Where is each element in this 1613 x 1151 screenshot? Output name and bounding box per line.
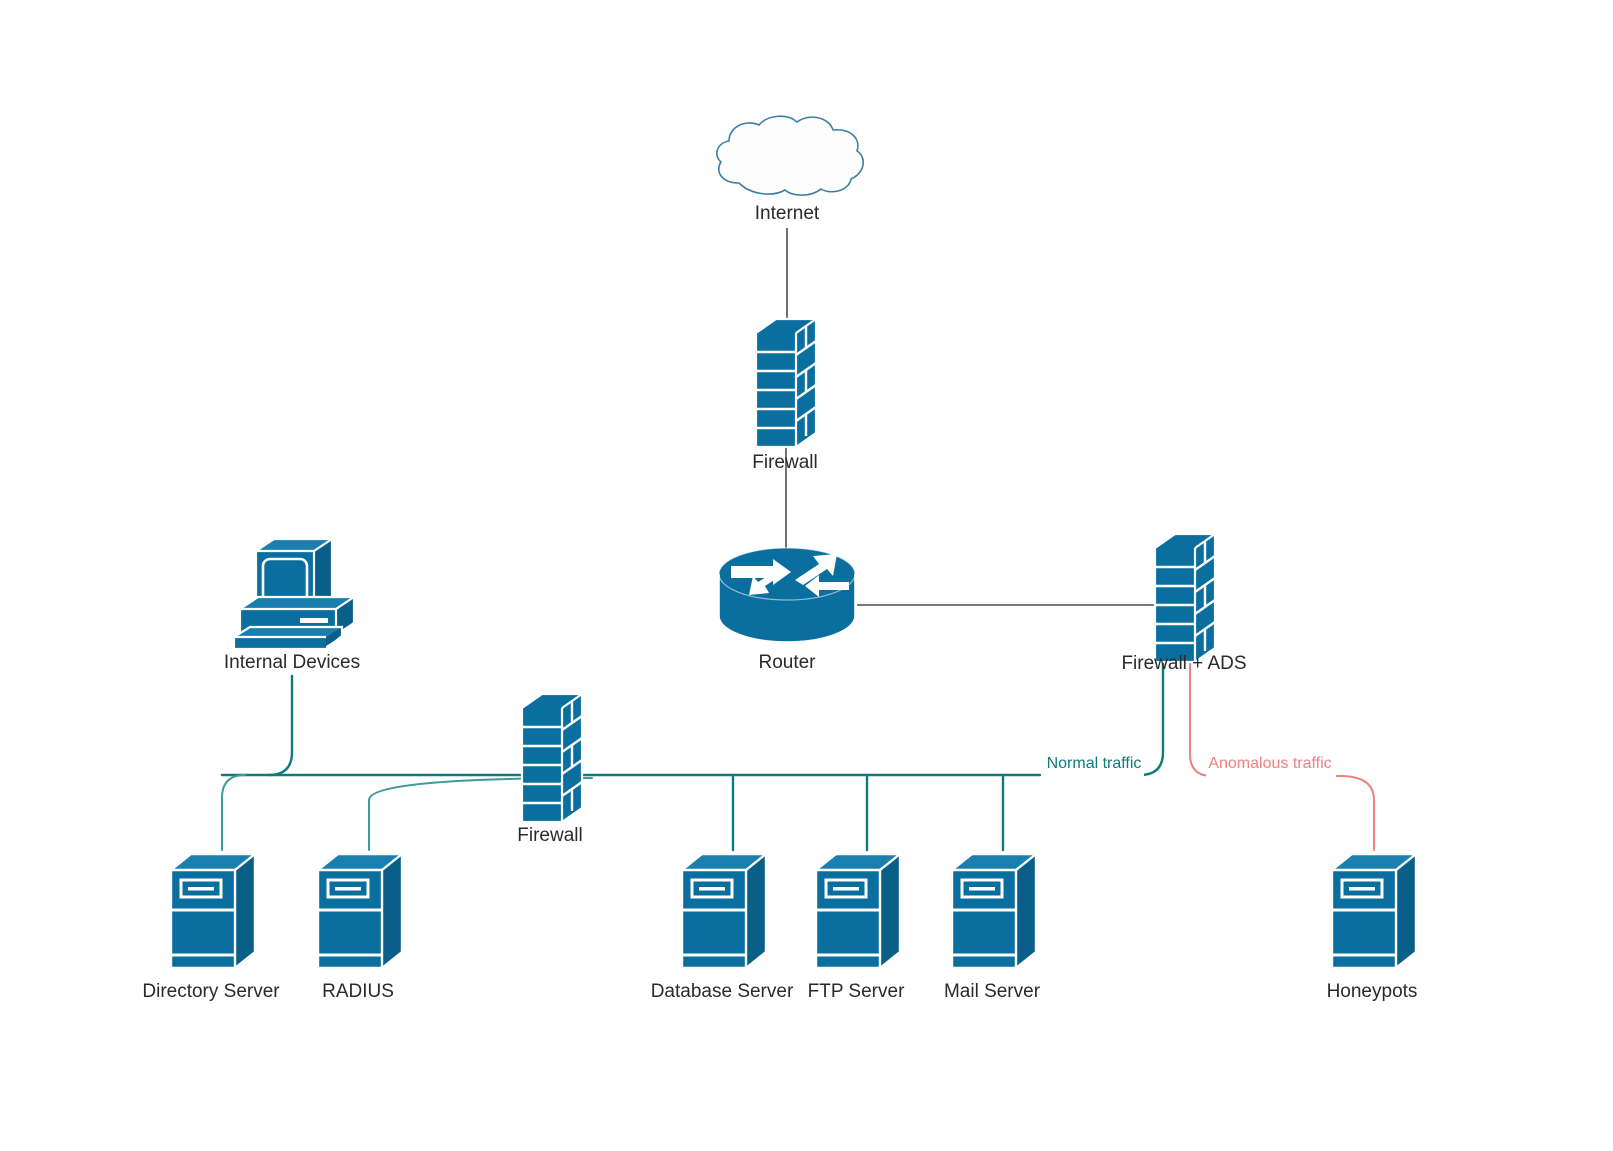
edge-firewallads-honeypots-anomalous — [1189, 651, 1375, 851]
node-label-ftp-server: FTP Server — [808, 981, 905, 1002]
edge-label-anomalous-traffic: Anomalous traffic — [1208, 755, 1331, 772]
network-topology-diagram: Internet Firewall Router Firewall + ADS … — [142, 115, 1418, 1002]
node-label-radius: RADIUS — [322, 981, 394, 1002]
edge-internal-bus — [267, 674, 294, 777]
node-label-router: Router — [758, 652, 816, 673]
diagram-canvas: Internet Firewall Router Firewall + ADS … — [0, 0, 1613, 1151]
node-label-internal-devices: Internal Devices — [224, 652, 360, 673]
cloud-icon — [716, 115, 865, 196]
edge-bus-directory — [221, 774, 246, 851]
node-label-database-server: Database Server — [651, 981, 794, 1002]
node-label-internet: Internet — [755, 203, 820, 224]
server-tower-icon — [814, 852, 902, 970]
node-directory-server[interactable]: Directory Server — [142, 852, 280, 1002]
node-internet[interactable]: Internet — [716, 115, 865, 224]
node-database-server[interactable]: Database Server — [651, 852, 794, 1002]
node-firewall-top[interactable]: Firewall — [752, 317, 818, 473]
node-label-mail-server: Mail Server — [944, 981, 1041, 1002]
server-tower-icon — [169, 852, 257, 970]
node-label-firewall-top: Firewall — [752, 452, 817, 473]
server-tower-icon — [680, 852, 768, 970]
desktop-computer-icon — [232, 537, 356, 651]
node-label-firewall-mid: Firewall — [517, 825, 582, 846]
node-ftp-server[interactable]: FTP Server — [808, 852, 905, 1002]
edge-label-layer: Normal traffic Anomalous traffic — [1047, 755, 1332, 772]
node-label-honeypots: Honeypots — [1327, 981, 1418, 1002]
firewall-brick-icon — [1153, 532, 1217, 664]
edge-label-normal-traffic: Normal traffic — [1047, 755, 1142, 772]
firewall-brick-icon — [754, 317, 818, 449]
firewall-brick-icon — [520, 692, 584, 824]
server-tower-icon — [950, 852, 1038, 970]
server-tower-icon — [1330, 852, 1418, 970]
node-firewall-mid[interactable]: Firewall — [517, 692, 584, 846]
node-radius[interactable]: RADIUS — [316, 852, 404, 1002]
server-tower-icon — [316, 852, 404, 970]
node-label-firewall-ads: Firewall + ADS — [1121, 653, 1246, 674]
node-label-directory-server: Directory Server — [142, 981, 280, 1002]
router-cylinder-icon — [718, 547, 856, 643]
node-router[interactable]: Router — [718, 547, 856, 673]
node-internal-devices[interactable]: Internal Devices — [224, 537, 360, 673]
node-mail-server[interactable]: Mail Server — [944, 852, 1041, 1002]
node-honeypots[interactable]: Honeypots — [1327, 852, 1418, 1002]
node-firewall-ads[interactable]: Firewall + ADS — [1121, 532, 1247, 674]
node-layer: Internet Firewall Router Firewall + ADS … — [142, 115, 1418, 1002]
